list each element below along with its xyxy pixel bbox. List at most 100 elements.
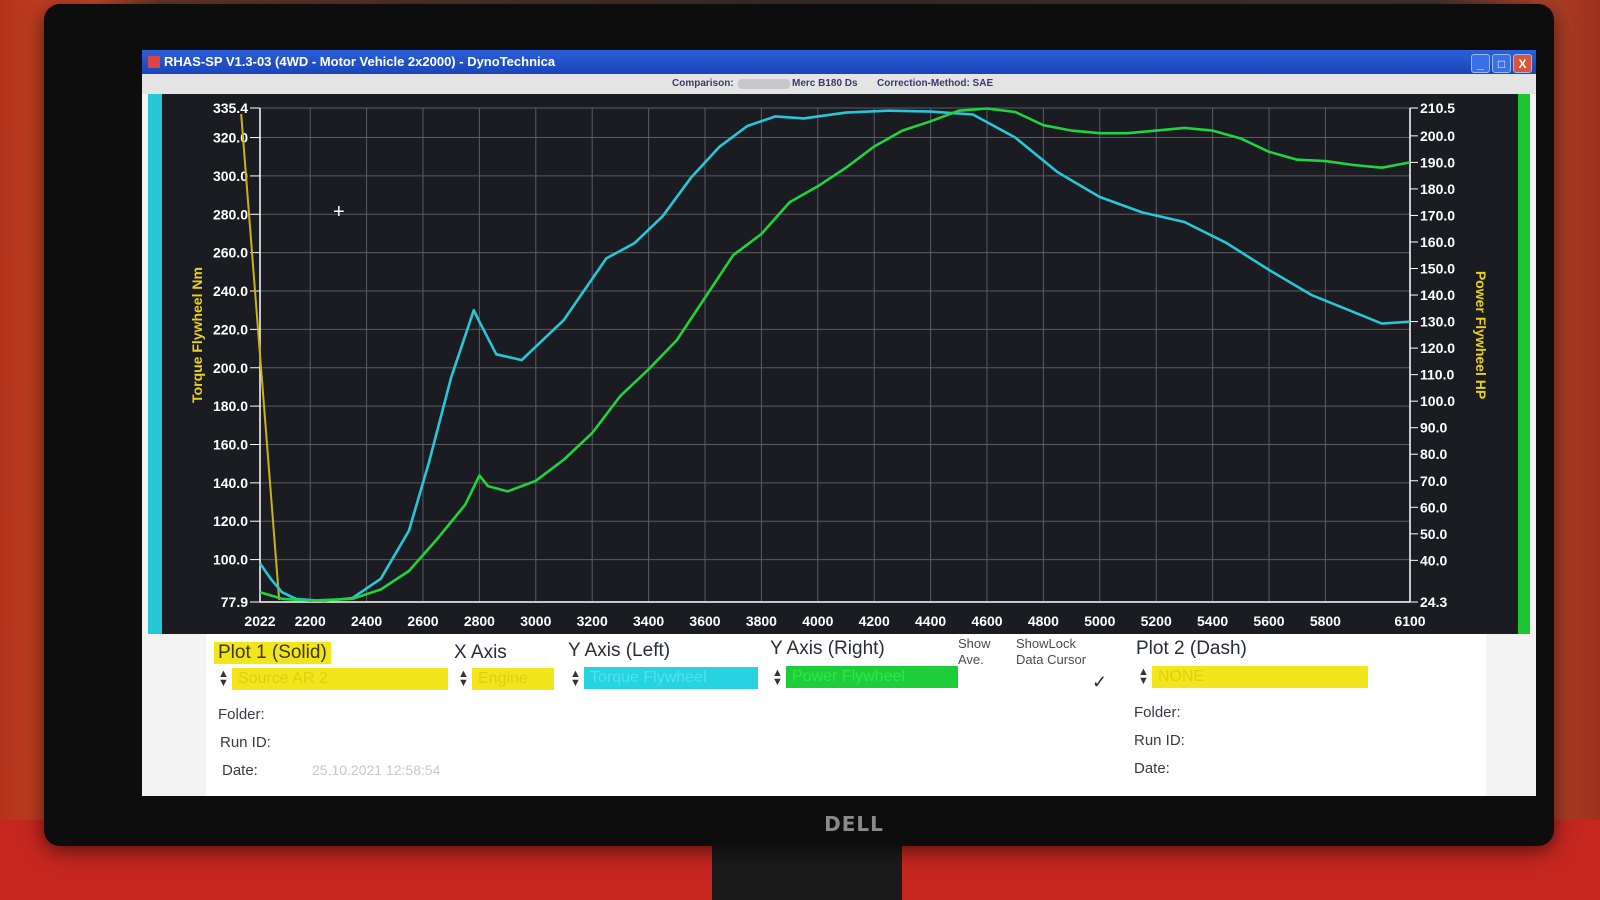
x-tick-label: 2800 bbox=[464, 613, 495, 629]
y-left-tick-label: 160.0 bbox=[213, 436, 248, 452]
plot1-folder-label: Folder: bbox=[218, 706, 265, 723]
vehicle-name: Merc B180 Ds bbox=[792, 78, 858, 89]
x-tick-label: 5800 bbox=[1310, 613, 1341, 629]
x-tick-label: 6100 bbox=[1394, 613, 1425, 629]
y-right-tick-label: 120.0 bbox=[1420, 340, 1455, 356]
correction-method: Correction-Method: SAE bbox=[877, 78, 994, 89]
y-left-tick-label: 140.0 bbox=[213, 475, 248, 491]
y-left-axis-title: Torque Flywheel Nm bbox=[189, 267, 205, 403]
dyno-chart-area[interactable]: 2022 2200 2400 2600 2800 3000 3200 3400 3600 3800… bbox=[148, 94, 1530, 634]
show-ave-label: Show bbox=[958, 636, 991, 651]
x-tick-label: 5400 bbox=[1197, 613, 1228, 629]
power-curve bbox=[259, 107, 1411, 602]
data-cursor-checkbox[interactable]: ✓ bbox=[1092, 672, 1107, 693]
y-left-tick-label: 77.9 bbox=[221, 594, 248, 610]
y-right-axis-title: Power Flywheel HP bbox=[1473, 271, 1489, 399]
plot-settings-panel: Plot 1 (Solid) X Axis Y Axis (Left) Y Ax… bbox=[206, 634, 1486, 796]
x-tick-label: 4600 bbox=[971, 613, 1002, 629]
y-left-tick-label: 300.0 bbox=[213, 168, 248, 184]
y-left-spinner[interactable]: ▲ ▼ bbox=[570, 669, 581, 689]
x-tick-label: 4800 bbox=[1028, 613, 1059, 629]
x-tick-label: 3600 bbox=[689, 613, 720, 629]
y-left-tick-label: 120.0 bbox=[213, 513, 248, 529]
y-right-tick-label: 24.3 bbox=[1420, 594, 1447, 610]
y-right-tick-label: 90.0 bbox=[1420, 420, 1447, 436]
y-right-select[interactable]: Power Flywheel bbox=[786, 666, 958, 688]
plot2-date-label: Date: bbox=[1134, 760, 1170, 777]
y-left-tick-label: 240.0 bbox=[213, 283, 248, 299]
plot2-runid-label: Run ID: bbox=[1134, 732, 1185, 749]
x-tick-label: 5600 bbox=[1253, 613, 1284, 629]
y-left-select[interactable]: Torque Flywheel bbox=[584, 667, 758, 689]
x-tick-label: 2022 bbox=[244, 613, 275, 629]
plot2-source-select[interactable]: NONE bbox=[1152, 666, 1368, 688]
y-right-tick-label: 100.0 bbox=[1420, 393, 1455, 409]
plot1-date-label: Date: bbox=[222, 762, 258, 779]
y-right-tick-label: 190.0 bbox=[1420, 154, 1455, 170]
y-right-tick-label: 70.0 bbox=[1420, 473, 1447, 489]
plot2-title: Plot 2 (Dash) bbox=[1136, 638, 1247, 659]
app-window: RHAS-SP V1.3-03 (4WD - Motor Vehicle 2x2… bbox=[142, 50, 1536, 796]
crosshair-icon: + bbox=[333, 201, 345, 223]
monitor-stand bbox=[712, 845, 902, 900]
title-bar: RHAS-SP V1.3-03 (4WD - Motor Vehicle 2x2… bbox=[142, 50, 1536, 74]
x-tick-label: 3400 bbox=[633, 613, 664, 629]
maximize-button[interactable]: □ bbox=[1492, 54, 1511, 73]
y-left-tick-label: 260.0 bbox=[213, 245, 248, 261]
close-button[interactable]: X bbox=[1513, 54, 1532, 73]
plot1-title: Plot 1 (Solid) bbox=[214, 642, 331, 664]
x-tick-label: 3000 bbox=[520, 613, 551, 629]
y-right-tick-label: 40.0 bbox=[1420, 552, 1447, 568]
y-right-tick-label: 170.0 bbox=[1420, 207, 1455, 223]
y-left-tick-label: 335.4 bbox=[213, 100, 248, 116]
window-controls: _ □ X bbox=[1469, 52, 1532, 76]
y-right-tick-label: 80.0 bbox=[1420, 446, 1447, 462]
minimize-button[interactable]: _ bbox=[1471, 54, 1490, 73]
y-left-tick-label: 220.0 bbox=[213, 321, 248, 337]
x-tick-label: 2600 bbox=[407, 613, 438, 629]
plot2-folder-label: Folder: bbox=[1134, 704, 1181, 721]
y-left-tick-label: 200.0 bbox=[213, 360, 248, 376]
y-left-tick-label: 280.0 bbox=[213, 206, 248, 222]
comparison-label: Comparison: bbox=[672, 78, 734, 89]
y-right-tick-label: 140.0 bbox=[1420, 287, 1455, 303]
y-right-tick-label: 150.0 bbox=[1420, 261, 1455, 277]
app-icon bbox=[148, 56, 160, 68]
y-right-tick-label: 110.0 bbox=[1420, 367, 1454, 383]
y-right-tick-label: 50.0 bbox=[1420, 526, 1447, 542]
data-cursor-label: Data Cursor bbox=[1016, 652, 1087, 667]
monitor-bezel: DELL RHAS-SP V1.3-03 (4WD - Motor Vehicl… bbox=[44, 4, 1554, 846]
show-ave-label-2: Ave. bbox=[958, 652, 984, 667]
y-right-tick-label: 130.0 bbox=[1420, 314, 1455, 330]
x-tick-label: 5000 bbox=[1084, 613, 1115, 629]
dyno-chart: 2022 2200 2400 2600 2800 3000 3200 3400 3600 3800… bbox=[189, 100, 1489, 629]
plot2-source-spinner[interactable]: ▲ ▼ bbox=[1138, 667, 1149, 687]
y-right-tick-label: 60.0 bbox=[1420, 499, 1447, 515]
x-axis-title: X Axis bbox=[454, 642, 507, 663]
y-left-tick-label: 180.0 bbox=[213, 398, 248, 414]
y-right-tick-label: 160.0 bbox=[1420, 234, 1455, 250]
y-right-spinner[interactable]: ▲ ▼ bbox=[772, 668, 783, 688]
plot1-date-value: 25.10.2021 12:58:54 bbox=[312, 762, 441, 778]
x-tick-label: 4000 bbox=[802, 613, 833, 629]
x-axis-select[interactable]: Engine bbox=[472, 668, 554, 690]
x-tick-label: 5200 bbox=[1141, 613, 1172, 629]
y-right-tick-label: 180.0 bbox=[1420, 181, 1455, 197]
plot1-runid-label: Run ID: bbox=[220, 734, 271, 751]
x-tick-label: 3800 bbox=[746, 613, 777, 629]
comparison-value-redacted bbox=[738, 79, 790, 89]
run-info-bar: Comparison: Merc B180 Ds Correction-Meth… bbox=[142, 74, 1536, 94]
torque-curve bbox=[258, 109, 1411, 603]
y-right-tick-label: 200.0 bbox=[1420, 128, 1455, 144]
x-tick-label: 3200 bbox=[577, 613, 608, 629]
plot1-source-select[interactable]: Source AR 2 bbox=[232, 668, 448, 690]
x-tick-label: 2200 bbox=[295, 613, 326, 629]
x-tick-label: 4400 bbox=[915, 613, 946, 629]
x-tick-label: 2400 bbox=[351, 613, 382, 629]
window-title: RHAS-SP V1.3-03 (4WD - Motor Vehicle 2x2… bbox=[164, 54, 556, 69]
x-tick-label: 4200 bbox=[859, 613, 890, 629]
plot1-source-spinner[interactable]: ▲ ▼ bbox=[218, 669, 229, 689]
x-axis-spinner[interactable]: ▲ ▼ bbox=[458, 669, 469, 689]
y-right-tick-label: 210.5 bbox=[1420, 100, 1455, 116]
showlock-label: ShowLock bbox=[1016, 636, 1076, 651]
